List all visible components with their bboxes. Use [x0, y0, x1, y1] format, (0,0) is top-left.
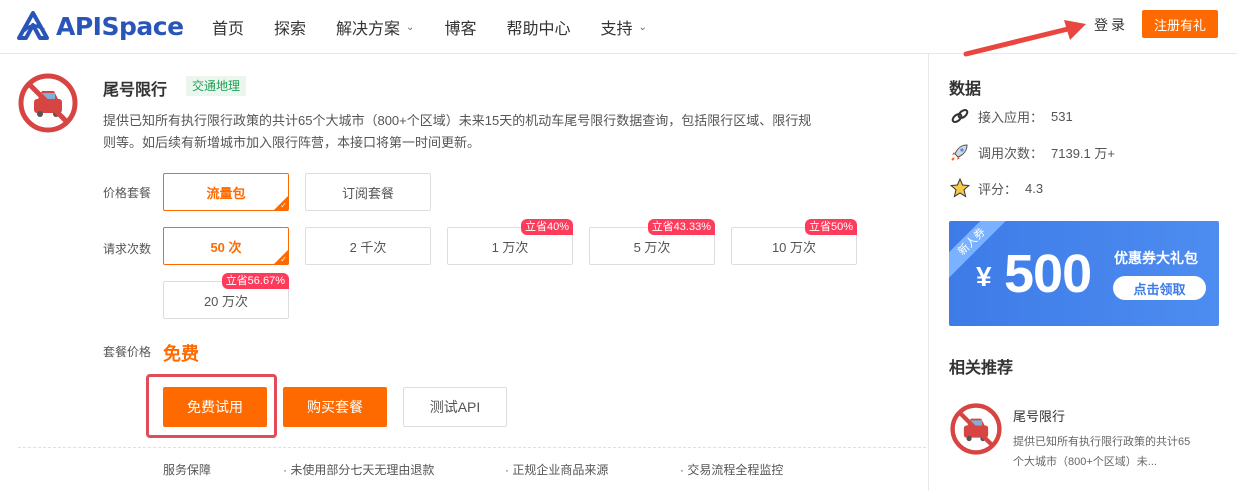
stat-label: 调用次数：	[978, 145, 1044, 161]
chevron-down-icon: ⌄	[638, 21, 647, 33]
column-divider	[928, 54, 929, 491]
login-link[interactable]: 登录	[1094, 15, 1128, 35]
nav-item-blog[interactable]: 博客	[444, 15, 476, 39]
nav-label: 首页	[212, 21, 245, 38]
nav-label: 博客	[444, 21, 477, 38]
nav-label: 支持	[600, 21, 633, 38]
coupon-amount: 500	[1004, 244, 1092, 304]
related-api-description: 提供已知所有执行限行政策的共计65个大城市（800+个区域）未...	[1013, 436, 1191, 468]
brand-logo[interactable]: APISpace	[16, 9, 184, 43]
section-divider	[18, 447, 926, 448]
option-label: 2 千次	[349, 239, 387, 255]
discount-badge: 立省56.67%	[221, 273, 289, 289]
link-icon	[951, 109, 969, 123]
stat-value: 7139.1 万+	[1051, 145, 1115, 161]
coupon-banner[interactable]: 新人券 ¥ 500 优惠券大礼包 点击领取	[949, 221, 1219, 326]
price-value: 免费	[163, 344, 199, 364]
page: APISpace 首页 探索 解决方案 ⌄ 博客 帮助中心 支持 ⌄ 登录 注册有礼…	[0, 0, 1237, 491]
stat-rating: 评分： 4.3	[950, 178, 1043, 198]
request-option-200k[interactable]: 20 万次 立省56.67%	[163, 273, 289, 319]
nav-label: 解决方案	[336, 21, 401, 38]
nav-label: 探索	[274, 21, 307, 38]
star-icon	[950, 178, 970, 198]
rocket-icon	[951, 144, 968, 161]
stat-label: 接入应用：	[978, 109, 1044, 125]
package-label: 价格套餐	[103, 186, 152, 200]
check-icon: ✓	[280, 255, 287, 264]
api-description: 提供已知所有执行限行政策的共计65个大城市（800+个区域）未来15天的机动车尾…	[103, 113, 812, 150]
chevron-down-icon: ⌄	[406, 21, 415, 33]
coupon-title: 优惠券大礼包	[1114, 250, 1198, 266]
stat-value: 531	[1051, 108, 1073, 124]
no-car-icon	[18, 73, 78, 133]
discount-badge: 立省50%	[804, 219, 857, 235]
nav-item-solutions[interactable]: 解决方案 ⌄	[336, 15, 414, 39]
discount-badge: 立省40%	[520, 219, 573, 235]
free-trial-button[interactable]: 免费试用	[163, 387, 267, 427]
option-label: 20 万次	[203, 293, 249, 309]
option-label: 1 万次	[491, 239, 529, 255]
no-car-icon[interactable]	[950, 403, 1002, 455]
brand-name: APISpace	[56, 11, 184, 41]
related-section-title: 相关推荐	[949, 360, 1014, 377]
buy-package-button[interactable]: 购买套餐	[283, 387, 387, 427]
stat-label: 评分：	[978, 181, 1018, 197]
guarantee-item: · 交易流程全程监控	[680, 463, 784, 477]
test-api-button[interactable]: 测试API	[403, 387, 507, 427]
option-label: 50 次	[210, 239, 242, 255]
claim-coupon-button[interactable]: 点击领取	[1113, 276, 1206, 300]
package-option-traffic[interactable]: 流量包 ✓	[163, 173, 289, 211]
nav-item-support[interactable]: 支持 ⌄	[600, 15, 646, 39]
stat-calls: 调用次数： 7139.1 万+	[950, 142, 1115, 162]
option-label: 10 万次	[771, 239, 817, 255]
nav-item-help-center[interactable]: 帮助中心	[506, 15, 570, 39]
stat-apps: 接入应用： 531	[950, 106, 1073, 126]
request-option-10k[interactable]: 1 万次 立省40%	[447, 219, 573, 265]
api-title: 尾号限行	[103, 82, 168, 99]
nav-label: 帮助中心	[506, 21, 571, 38]
price-label: 套餐价格	[103, 345, 152, 359]
nav-item-explore[interactable]: 探索	[274, 15, 306, 39]
category-tag[interactable]: 交通地理	[186, 76, 247, 96]
register-button[interactable]: 注册有礼	[1142, 10, 1218, 38]
brand-logo-icon	[17, 11, 49, 40]
annotation-arrow-icon	[963, 20, 1086, 57]
guarantee-item: · 未使用部分七天无理由退款	[283, 463, 435, 477]
check-icon: ✓	[280, 201, 287, 210]
discount-badge: 立省43.33%	[647, 219, 715, 235]
request-option-2k[interactable]: 2 千次	[305, 227, 431, 265]
data-section-title: 数据	[949, 81, 982, 98]
main-nav: 首页 探索 解决方案 ⌄ 博客 帮助中心 支持 ⌄	[212, 0, 677, 54]
option-label: 5 万次	[633, 239, 671, 255]
guarantee-label: 服务保障	[163, 463, 212, 477]
requests-label: 请求次数	[103, 242, 152, 256]
request-option-50[interactable]: 50 次 ✓	[163, 227, 289, 265]
nav-item-home[interactable]: 首页	[212, 15, 244, 39]
guarantee-item: · 正规企业商品来源	[505, 463, 609, 477]
related-api-title[interactable]: 尾号限行	[1013, 406, 1065, 425]
stat-value: 4.3	[1025, 180, 1044, 196]
request-option-50k[interactable]: 5 万次 立省43.33%	[589, 219, 715, 265]
request-option-100k[interactable]: 10 万次 立省50%	[731, 219, 857, 265]
option-label: 订阅套餐	[341, 185, 394, 201]
package-option-subscription[interactable]: 订阅套餐	[305, 173, 431, 211]
coupon-currency: ¥	[976, 261, 992, 292]
option-label: 流量包	[206, 185, 246, 201]
